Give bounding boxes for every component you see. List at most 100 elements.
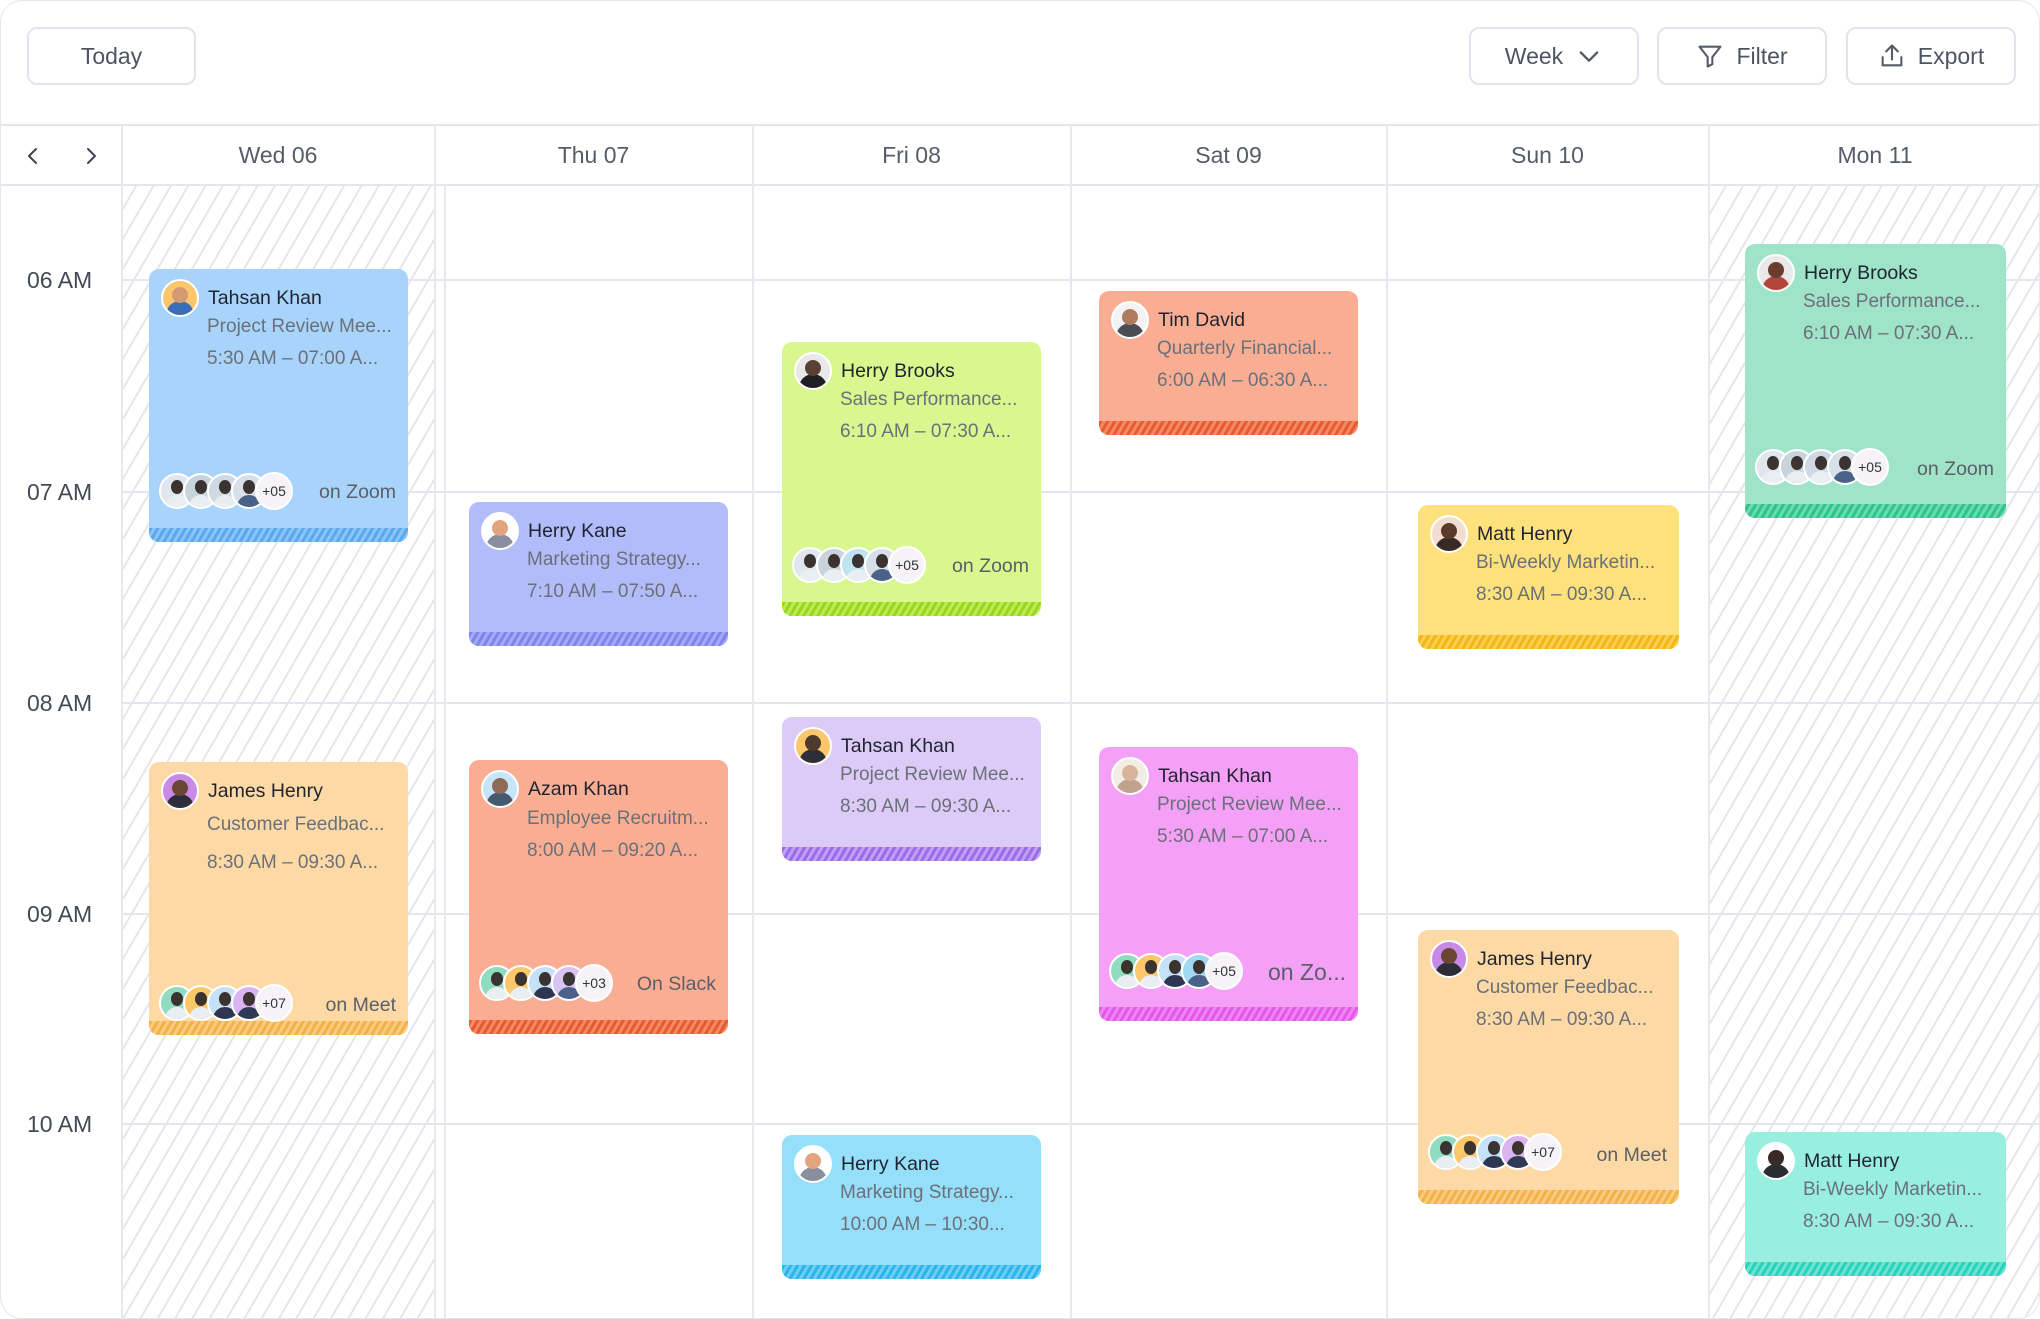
event-card[interactable]: Herry Kane Marketing Strategy... 10:00 A… bbox=[782, 1135, 1041, 1279]
event-card[interactable]: Matt Henry Bi-Weekly Marketin... 8:30 AM… bbox=[1418, 505, 1679, 649]
event-card[interactable]: Tim David Quarterly Financial... 6:00 AM… bbox=[1099, 291, 1358, 435]
hour-label: 09 AM bbox=[27, 901, 93, 927]
event-card[interactable]: Azam Khan Employee Recruitm... 8:00 AM –… bbox=[469, 760, 728, 1034]
event-organizer: James Henry bbox=[208, 779, 323, 802]
event-card[interactable]: Herry Kane Marketing Strategy... 7:10 AM… bbox=[469, 502, 728, 646]
export-icon bbox=[1881, 44, 1903, 67]
avatar bbox=[161, 279, 199, 317]
event-time: 8:30 AM – 09:30 A... bbox=[1476, 584, 1648, 605]
attendee-avatars: +05 bbox=[792, 546, 926, 584]
event-stripe bbox=[1418, 635, 1679, 649]
event-time: 5:30 AM – 07:00 A... bbox=[207, 348, 379, 369]
avatar bbox=[1111, 757, 1149, 795]
day-header-wed[interactable]: Wed 06 bbox=[122, 125, 434, 185]
attendee-avatars: +07 bbox=[159, 984, 293, 1022]
event-time: 6:00 AM – 06:30 A... bbox=[1157, 370, 1329, 391]
event-title: Bi-Weekly Marketin... bbox=[1476, 552, 1656, 573]
event-organizer: Herry Brooks bbox=[1804, 261, 1918, 284]
event-platform: on Zoom bbox=[952, 555, 1029, 577]
event-organizer: Herry Kane bbox=[841, 1152, 940, 1175]
more-attendees-badge: +07 bbox=[1524, 1133, 1562, 1171]
avatar bbox=[1757, 1142, 1795, 1180]
more-attendees-badge: +05 bbox=[888, 546, 926, 584]
column-divider bbox=[1386, 125, 1388, 1318]
today-label: Today bbox=[80, 42, 143, 69]
avatar bbox=[1111, 301, 1149, 339]
event-time: 8:30 AM – 09:30 A... bbox=[840, 796, 1012, 817]
attendee-avatars: +05 bbox=[1755, 448, 1889, 486]
event-organizer: Herry Brooks bbox=[841, 359, 955, 382]
event-stripe bbox=[1099, 1007, 1358, 1021]
day-header-thu[interactable]: Thu 07 bbox=[435, 125, 752, 185]
column-divider bbox=[444, 185, 446, 1318]
day-header-mon[interactable]: Mon 11 bbox=[1709, 125, 2039, 185]
event-card[interactable]: Matt Henry Bi-Weekly Marketin... 8:30 AM… bbox=[1745, 1132, 2006, 1276]
event-title: Marketing Strategy... bbox=[527, 549, 701, 570]
column-divider bbox=[1708, 125, 1710, 1318]
event-card[interactable]: Herry Brooks Sales Performance... 6:10 A… bbox=[1745, 244, 2006, 518]
event-title: Customer Feedbac... bbox=[1476, 977, 1654, 998]
event-platform: on Meet bbox=[325, 994, 396, 1016]
filter-label: Filter bbox=[1736, 42, 1788, 69]
event-title: Customer Feedbac... bbox=[207, 814, 385, 835]
event-time: 8:30 AM – 09:30 A... bbox=[207, 852, 379, 873]
avatar bbox=[481, 770, 519, 808]
day-header-sat[interactable]: Sat 09 bbox=[1071, 125, 1386, 185]
event-title: Project Review Mee... bbox=[840, 764, 1025, 785]
event-time: 8:30 AM – 09:30 A... bbox=[1803, 1211, 1975, 1232]
event-stripe bbox=[1099, 421, 1358, 435]
event-card[interactable]: Tahsan Khan Project Review Mee... 5:30 A… bbox=[1099, 747, 1358, 1021]
event-card[interactable]: Tahsan Khan Project Review Mee... 8:30 A… bbox=[782, 717, 1041, 861]
filter-icon bbox=[1698, 45, 1722, 68]
event-stripe bbox=[149, 1021, 408, 1035]
event-card[interactable]: James Henry Customer Feedbac... 8:30 AM … bbox=[1418, 930, 1679, 1204]
attendee-avatars: +03 bbox=[479, 964, 613, 1002]
prev-week-button[interactable] bbox=[16, 139, 50, 173]
view-select[interactable]: Week bbox=[1469, 27, 1639, 85]
event-organizer: Tim David bbox=[1158, 308, 1246, 331]
event-organizer: Matt Henry bbox=[1804, 1149, 1900, 1172]
event-title: Employee Recruitm... bbox=[527, 808, 709, 829]
hour-label: 10 AM bbox=[27, 1111, 93, 1137]
avatar bbox=[1430, 515, 1468, 553]
event-card[interactable]: Tahsan Khan Project Review Mee... 5:30 A… bbox=[149, 269, 408, 542]
event-title: Project Review Mee... bbox=[207, 316, 392, 337]
day-header-fri[interactable]: Fri 08 bbox=[753, 125, 1070, 185]
column-divider bbox=[752, 125, 754, 1318]
today-button[interactable]: Today bbox=[27, 27, 196, 85]
event-platform: On Slack bbox=[636, 973, 716, 995]
event-card[interactable]: James Henry Customer Feedbac... 8:30 AM … bbox=[149, 762, 408, 1035]
event-stripe bbox=[782, 847, 1041, 861]
event-title: Sales Performance... bbox=[840, 389, 1018, 410]
export-button[interactable]: Export bbox=[1846, 27, 2016, 85]
day-header-sun[interactable]: Sun 10 bbox=[1387, 125, 1708, 185]
attendee-avatars: +05 bbox=[1109, 952, 1243, 990]
avatar bbox=[794, 1145, 832, 1183]
event-time: 8:00 AM – 09:20 A... bbox=[527, 840, 699, 861]
event-title: Sales Performance... bbox=[1803, 291, 1981, 312]
hour-line bbox=[122, 702, 2039, 704]
view-label: Week bbox=[1504, 42, 1564, 69]
event-title: Project Review Mee... bbox=[1157, 794, 1342, 815]
event-title: Bi-Weekly Marketin... bbox=[1803, 1179, 1983, 1200]
column-divider bbox=[1070, 125, 1072, 1318]
column-divider bbox=[434, 125, 436, 1318]
event-time: 10:00 AM – 10:30... bbox=[840, 1214, 1005, 1235]
export-label: Export bbox=[1917, 42, 1985, 69]
chevron-right-icon bbox=[87, 148, 96, 164]
event-time: 6:10 AM – 07:30 A... bbox=[840, 421, 1012, 442]
calendar-frame: Today Week Filter Export Wed 06 Thu 07 F… bbox=[0, 0, 2040, 1319]
event-stripe bbox=[469, 1020, 728, 1034]
hour-label: 08 AM bbox=[27, 690, 93, 716]
event-stripe bbox=[149, 528, 408, 542]
filter-button[interactable]: Filter bbox=[1657, 27, 1827, 85]
avatar bbox=[794, 727, 832, 765]
attendee-avatars: +05 bbox=[159, 472, 293, 510]
event-time: 8:30 AM – 09:30 A... bbox=[1476, 1009, 1648, 1030]
event-stripe bbox=[1418, 1190, 1679, 1204]
event-card[interactable]: Herry Brooks Sales Performance... 6:10 A… bbox=[782, 342, 1041, 616]
hour-line bbox=[122, 1123, 2039, 1125]
event-organizer: Tahsan Khan bbox=[1158, 764, 1272, 787]
event-platform: on Meet bbox=[1596, 1144, 1667, 1166]
next-week-button[interactable] bbox=[74, 139, 108, 173]
